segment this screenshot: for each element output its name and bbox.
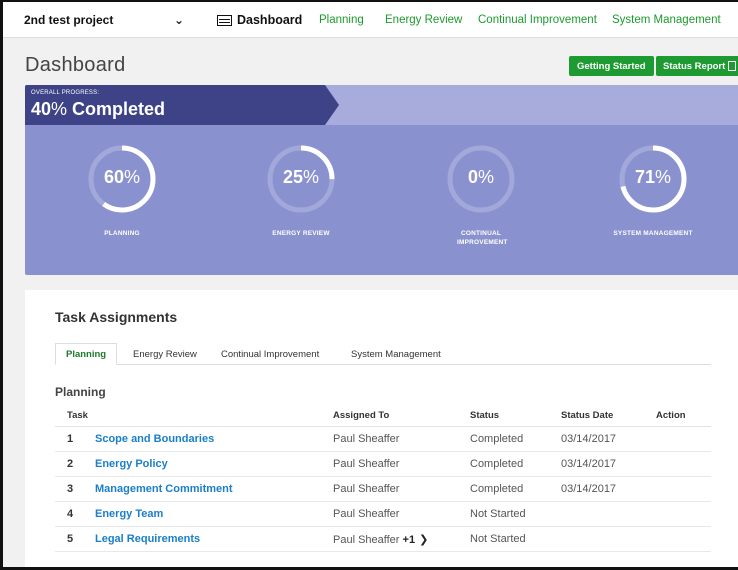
table-row: 2 Energy Policy Paul Sheaffer Completed …: [55, 452, 711, 477]
gauge-pct: %: [124, 167, 141, 187]
gauge-label: SYSTEM MANAGEMENT: [613, 230, 693, 237]
col-status: Status: [470, 410, 500, 421]
project-name: 2nd test project: [24, 13, 114, 27]
nav-dashboard[interactable]: Dashboard: [217, 2, 302, 38]
overall-progress-arrow: [325, 85, 339, 125]
nav-planning-label: Planning: [319, 14, 364, 26]
table-row: 3 Management Commitment Paul Sheaffer Co…: [55, 477, 711, 502]
table-row: 1 Scope and Boundaries Paul Sheaffer Com…: [55, 427, 711, 452]
status-report-label: Status Report: [663, 60, 726, 72]
project-select[interactable]: 2nd test project ⌄: [12, 7, 198, 33]
task-link[interactable]: Energy Policy: [95, 458, 168, 470]
gauge-system-management: 71% SYSTEM MANAGEMENT: [593, 143, 713, 238]
gauge-pct: %: [655, 167, 672, 187]
nav-dashboard-label: Dashboard: [237, 13, 303, 27]
chevron-right-icon: ❯: [419, 534, 429, 546]
task-table: Task Assigned To Status Status Date Acti…: [55, 405, 711, 552]
nav-system-management-label: System Management: [612, 14, 721, 26]
task-assignments-title: Task Assignments: [55, 309, 178, 325]
gauge-number: 71: [634, 167, 655, 187]
tab-planning[interactable]: Planning: [55, 343, 118, 365]
task-number: 2: [67, 458, 74, 470]
assigned-to: Paul Sheaffer: [333, 483, 400, 495]
chevron-down-icon: ⌄: [173, 13, 184, 27]
dashboard-icon: [217, 14, 232, 26]
col-task: Task: [67, 410, 88, 421]
gauge-number: 60: [103, 167, 124, 187]
status-date: 03/14/2017: [561, 433, 617, 445]
gauge-label: CONTINUAL IMPROVEMENT: [457, 230, 508, 246]
task-number: 3: [67, 483, 74, 495]
gauge-value: 0%: [421, 167, 541, 188]
gauge-value: 71%: [593, 167, 713, 188]
gauge-label: ENERGY REVIEW: [272, 230, 330, 237]
gauge-pct: %: [478, 167, 495, 187]
task-status: Completed: [470, 483, 524, 495]
overall-value-pct: %: [51, 99, 68, 119]
task-link[interactable]: Legal Requirements: [95, 533, 200, 545]
overall-value-suffix: Completed: [67, 99, 166, 119]
app-frame: 2nd test project ⌄ Dashboard Planning En…: [0, 0, 738, 570]
task-status: Not Started: [470, 508, 526, 520]
task-status: Completed: [470, 458, 524, 470]
tab-continual-improvement[interactable]: Continual Improvement: [211, 343, 329, 365]
task-number: 4: [67, 508, 74, 520]
overall-value-number: 40: [31, 99, 52, 119]
nav-continual-improvement[interactable]: Continual Improvement: [478, 2, 597, 38]
nav-continual-improvement-label: Continual Improvement: [478, 14, 597, 26]
task-link[interactable]: Scope and Boundaries: [95, 433, 214, 445]
gauge-number: 25: [282, 167, 303, 187]
status-date: 03/14/2017: [561, 483, 617, 495]
gauge-value: 25%: [241, 167, 361, 188]
table-row: 5 Legal Requirements Paul Sheaffer +1 ❯ N…: [55, 527, 711, 552]
task-tabs: Planning Energy Review Continual Improve…: [55, 343, 711, 365]
getting-started-button[interactable]: Getting Started: [569, 56, 654, 76]
col-assigned-to: Assigned To: [333, 410, 390, 421]
nav-planning[interactable]: Planning: [319, 2, 364, 38]
col-status-date: Status Date: [561, 410, 614, 421]
getting-started-label: Getting Started: [577, 60, 646, 72]
status-date: 03/14/2017: [561, 458, 617, 470]
task-link[interactable]: Management Commitment: [95, 483, 233, 495]
section-title: Planning: [55, 385, 106, 399]
gauge-label: PLANNING: [104, 230, 140, 237]
extra-assignees: +1: [402, 534, 416, 546]
nav-system-management[interactable]: System Management: [612, 2, 721, 38]
status-report-button[interactable]: Status Report: [656, 56, 738, 76]
gauge-value: 60%: [62, 167, 182, 188]
pdf-icon: [728, 61, 737, 71]
task-number: 5: [67, 533, 74, 545]
task-number: 1: [67, 433, 74, 445]
gauge-pct: %: [303, 167, 320, 187]
task-link[interactable]: Energy Team: [95, 508, 163, 520]
gauge-number: 0: [467, 167, 478, 187]
tab-energy-review[interactable]: Energy Review: [123, 343, 207, 365]
top-nav: 2nd test project ⌄ Dashboard Planning En…: [3, 0, 738, 38]
assigned-to: Paul Sheaffer: [333, 458, 400, 470]
overall-progress-label: OVERALL PROGRESS:: [31, 90, 100, 96]
progress-panel: OVERALL PROGRESS: 40% Completed 60% PLAN…: [25, 85, 738, 275]
gauge-continual-improvement: 0% CONTINUAL IMPROVEMENT: [421, 143, 541, 247]
assigned-to: Paul Sheaffer: [333, 508, 400, 520]
table-row: 4 Energy Team Paul Sheaffer Not Started: [55, 502, 711, 527]
task-status: Completed: [470, 433, 524, 445]
gauge-planning: 60% PLANNING: [62, 143, 182, 238]
page-title: Dashboard: [25, 54, 126, 76]
task-status: Not Started: [470, 533, 526, 545]
tab-system-management[interactable]: System Management: [341, 343, 451, 365]
task-assignments-card: Task Assignments Planning Energy Review …: [25, 290, 738, 567]
col-action: Action: [656, 410, 686, 421]
assigned-to: Paul Sheaffer: [333, 433, 400, 445]
assigned-to-multi[interactable]: Paul Sheaffer +1 ❯: [333, 533, 428, 546]
overall-progress-value: 40% Completed: [31, 99, 165, 120]
table-header: Task Assigned To Status Status Date Acti…: [55, 405, 711, 427]
nav-energy-review-label: Energy Review: [385, 14, 463, 26]
assigned-to: Paul Sheaffer: [333, 534, 400, 546]
nav-energy-review[interactable]: Energy Review: [385, 2, 462, 38]
gauge-energy-review: 25% ENERGY REVIEW: [241, 143, 361, 238]
